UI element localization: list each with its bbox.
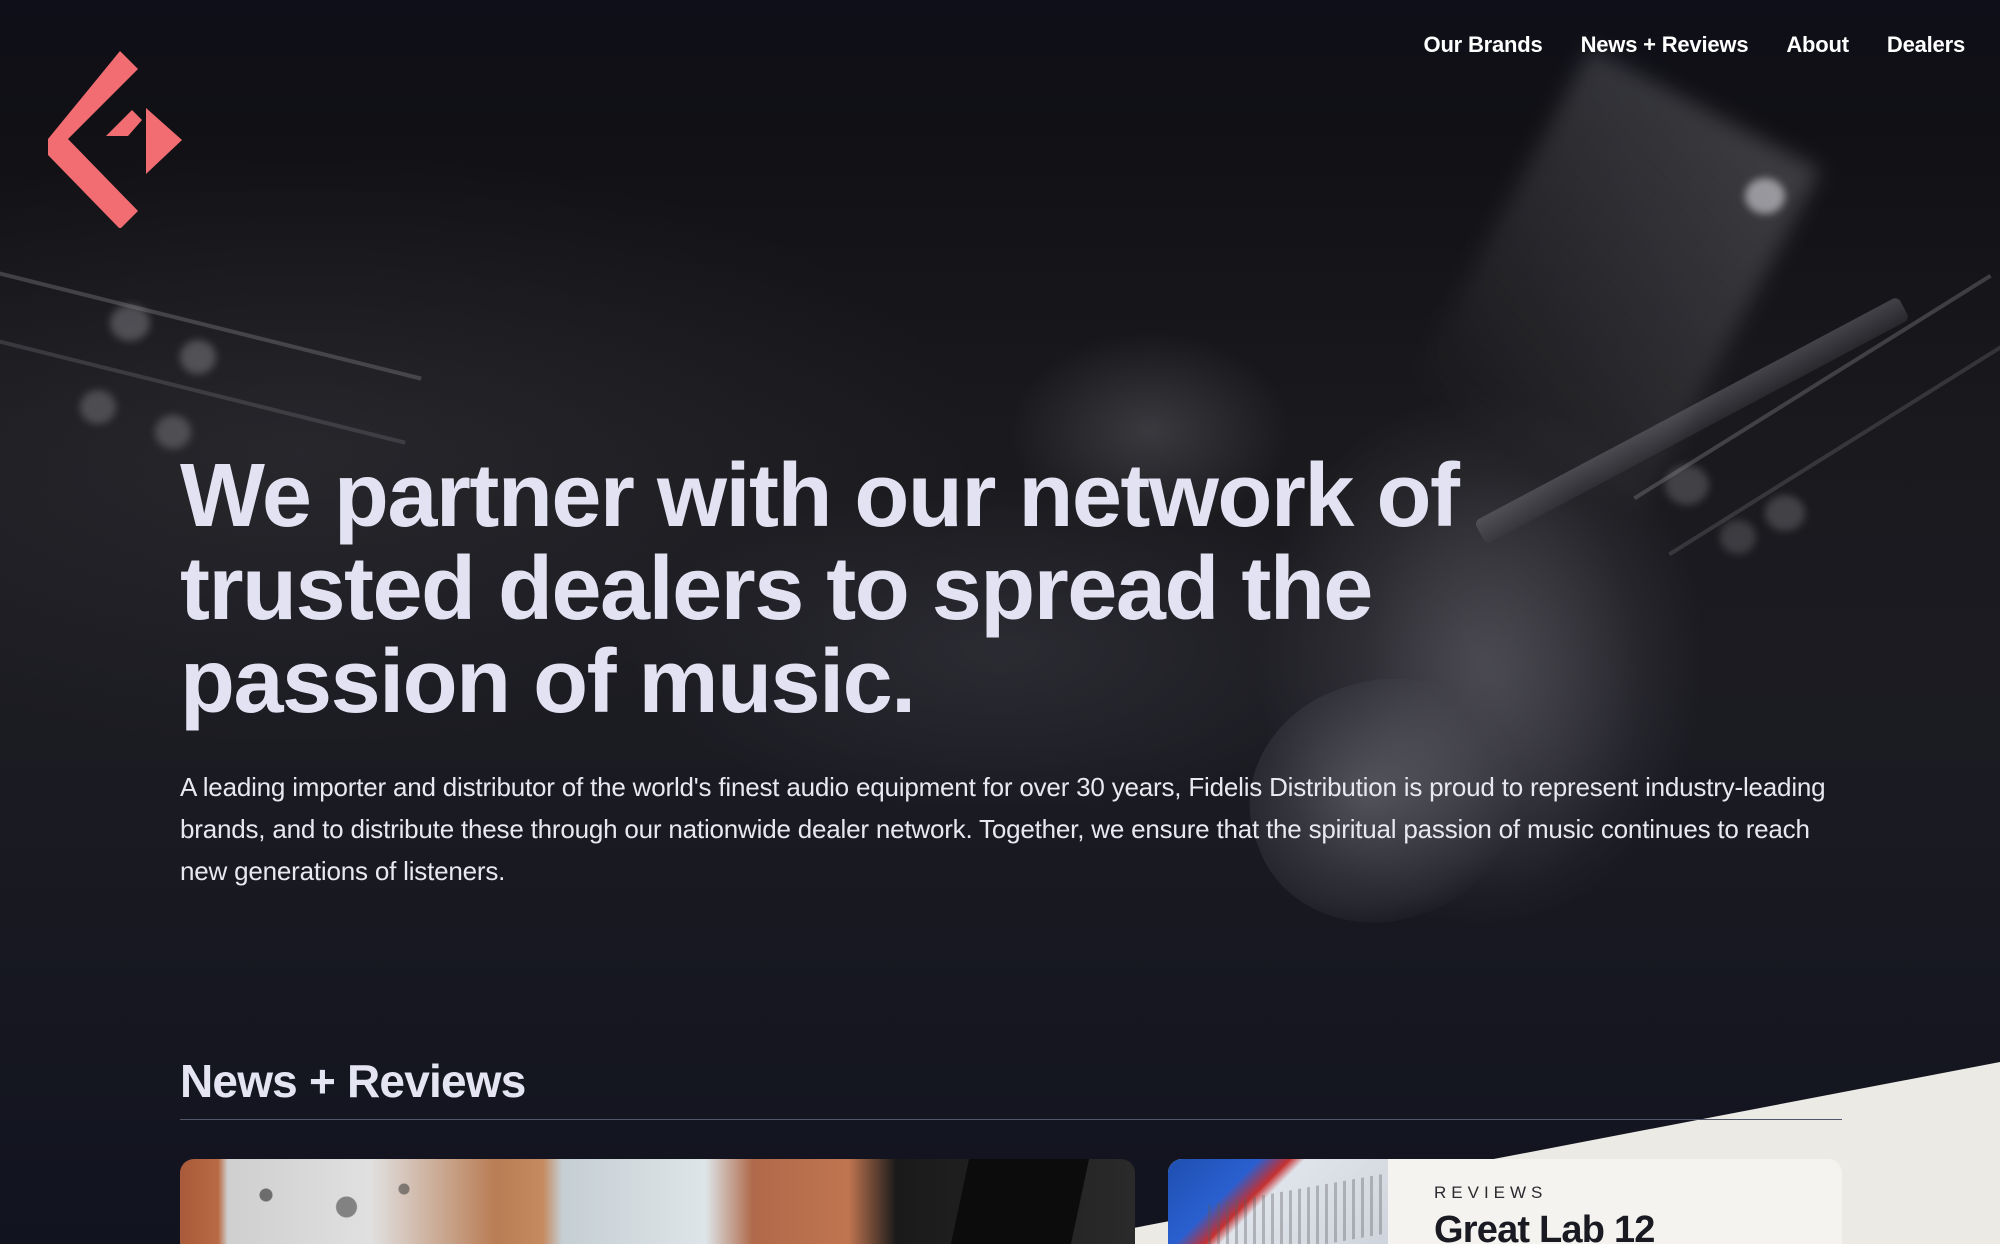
- speaker-image: [950, 1159, 1090, 1244]
- featured-news-card[interactable]: [180, 1159, 1135, 1244]
- review-card-title: Great Lab 12: [1434, 1209, 1655, 1244]
- nav-our-brands[interactable]: Our Brands: [1424, 32, 1543, 58]
- stage-light: [1745, 178, 1785, 214]
- stage-light: [1765, 495, 1805, 531]
- review-card-kicker: REVIEWS: [1434, 1183, 1548, 1202]
- nav-dealers[interactable]: Dealers: [1887, 32, 1965, 58]
- hero-intro-text: A leading importer and distributor of th…: [180, 772, 1826, 886]
- section-divider: [180, 1119, 1842, 1120]
- stage-light: [155, 415, 191, 449]
- stage-light: [80, 390, 116, 424]
- fidelis-logo-link[interactable]: [40, 48, 200, 229]
- news-reviews-heading: News + Reviews: [180, 1055, 526, 1107]
- card-image-texture: [220, 1171, 450, 1231]
- review-card[interactable]: REVIEWS Great Lab 12: [1168, 1159, 1842, 1244]
- hero-headline: We partner with our network of trusted d…: [180, 446, 1460, 732]
- fidelis-f-logo-icon: [48, 51, 182, 229]
- nav-news-reviews[interactable]: News + Reviews: [1581, 32, 1749, 58]
- nav-about[interactable]: About: [1786, 32, 1849, 58]
- main-nav: Our Brands News + Reviews About Dealers: [1424, 32, 1966, 58]
